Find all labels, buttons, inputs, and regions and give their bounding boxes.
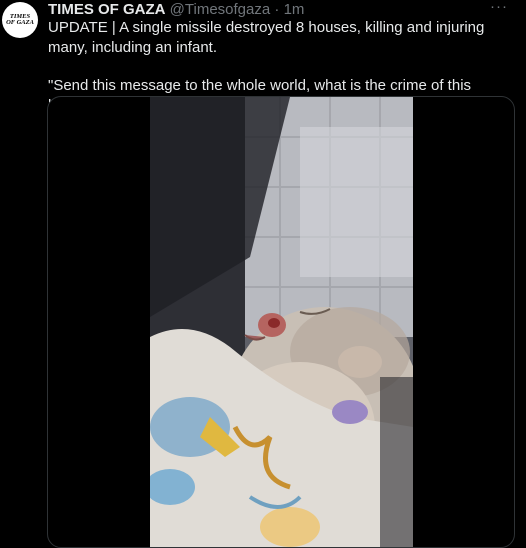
video-frame[interactable] (150, 97, 413, 547)
avatar[interactable]: TIMES OF GAZA (2, 2, 38, 38)
video-still-illustration (150, 97, 413, 547)
timestamp[interactable]: 1m (284, 1, 305, 18)
separator-dot: · (274, 1, 280, 18)
media-container[interactable] (47, 96, 515, 548)
avatar-logo-text: TIMES OF GAZA (6, 12, 34, 26)
tweet[interactable]: TIMES OF GAZA TIMES OF GAZA @Timesofgaza… (0, 0, 526, 548)
tweet-header: TIMES OF GAZA @Timesofgaza · 1m ··· (48, 0, 518, 20)
author-name[interactable]: TIMES OF GAZA (48, 1, 166, 18)
author-handle[interactable]: @Timesofgaza (170, 1, 271, 18)
more-horizontal-icon[interactable]: ··· (490, 0, 508, 16)
tweet-text-line-1: UPDATE | A single missile destroyed 8 ho… (48, 19, 485, 56)
